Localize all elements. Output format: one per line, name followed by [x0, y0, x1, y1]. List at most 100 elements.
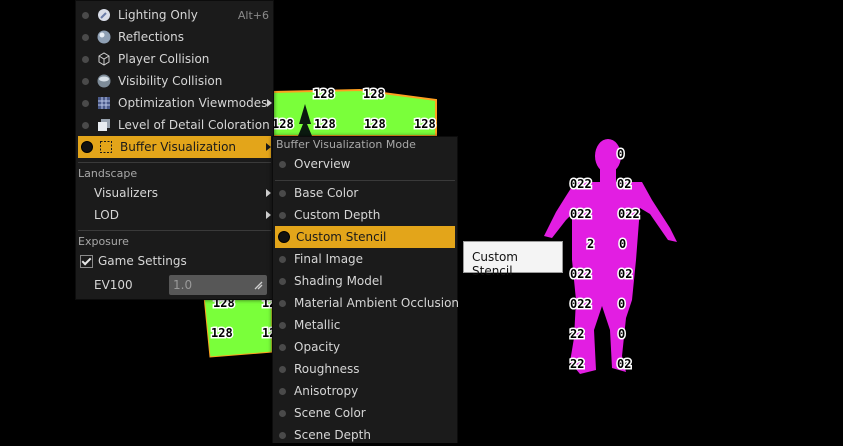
figure-tag: 02: [618, 267, 632, 281]
submenu-item-shading-model[interactable]: Shading Model: [275, 270, 455, 292]
menu-item-player-collision[interactable]: Player Collision: [78, 48, 271, 70]
menu-item-visibility-collision[interactable]: Visibility Collision: [78, 70, 271, 92]
submenu-item-opacity[interactable]: Opacity: [275, 336, 455, 358]
submenu-item-overview[interactable]: Overview: [275, 153, 455, 175]
submenu-item-label: Shading Model: [294, 274, 383, 288]
reflection-sphere-icon: [97, 30, 111, 44]
figure-tag: 02: [617, 177, 631, 191]
figure-tag: 22: [570, 327, 584, 341]
submenu-item-anisotropy[interactable]: Anisotropy: [275, 380, 455, 402]
submenu-item-label: Material Ambient Occlusion: [294, 296, 460, 310]
figure-tag: 022: [570, 297, 592, 311]
submenu-arrow-icon: [266, 143, 271, 151]
radio-on-icon: [278, 231, 290, 243]
submenu-item-material-ao[interactable]: Material Ambient Occlusion: [275, 292, 459, 314]
plane-tag: 128: [272, 117, 294, 131]
buffer-visualization-submenu: Buffer Visualization Mode Overview Base …: [272, 136, 459, 446]
submenu-item-label: Scene Color: [294, 406, 366, 420]
menu-item-label: Visibility Collision: [118, 74, 223, 88]
plane-tag: 128: [364, 117, 386, 131]
green-plane-back: [271, 88, 437, 137]
figure-tag: 022: [570, 177, 592, 191]
figure-tag: 0: [618, 327, 625, 341]
submenu-item-label: Scene Depth: [294, 428, 371, 442]
menu-item-label: Reflections: [118, 30, 184, 44]
submenu-item-custom-stencil[interactable]: Custom Stencil: [275, 226, 455, 248]
submenu-item-label: Metallic: [294, 318, 341, 332]
menu-item-lighting-only[interactable]: Lighting Only Alt+6: [78, 4, 271, 26]
radio-off-icon: [279, 387, 286, 395]
radio-off-icon: [82, 99, 89, 107]
menu-item-lod[interactable]: LOD: [78, 204, 271, 226]
radio-off-icon: [82, 121, 89, 129]
submenu-item-scene-color[interactable]: Scene Color: [275, 402, 455, 424]
figure-tag: 022: [618, 207, 640, 221]
radio-off-icon: [82, 33, 89, 41]
figure-tag: 0: [617, 147, 624, 161]
submenu-item-label: Opacity: [294, 340, 341, 354]
submenu-item-base-color[interactable]: Base Color: [275, 182, 455, 204]
ev100-slider-input[interactable]: 1.0: [169, 275, 267, 295]
submenu-item-label: Custom Depth: [294, 208, 381, 222]
menu-item-visualizers[interactable]: Visualizers: [78, 182, 271, 204]
visibility-sphere-icon: [97, 74, 111, 88]
radio-off-icon: [279, 409, 286, 417]
checkbox-checked-icon[interactable]: [80, 254, 93, 268]
radio-off-icon: [279, 189, 286, 197]
game-settings-checkbox-row[interactable]: Game Settings: [78, 250, 271, 272]
plane-tag: 128: [363, 87, 385, 101]
lod-icon: [97, 118, 111, 132]
menu-item-label: Player Collision: [118, 52, 210, 66]
submenu-item-custom-depth[interactable]: Custom Depth: [275, 204, 455, 226]
submenu-arrow-icon: [266, 189, 271, 197]
plane-tag: 128: [313, 87, 335, 101]
separator: [275, 180, 455, 181]
separator: [78, 162, 271, 163]
menu-item-buffer-visualization[interactable]: Buffer Visualization: [78, 136, 271, 158]
landscape-section-header: Landscape: [78, 167, 138, 180]
menu-item-optimization-viewmodes[interactable]: Optimization Viewmodes: [78, 92, 273, 114]
plane-tag: 128: [314, 117, 336, 131]
plane-tag: 128: [414, 117, 436, 131]
menu-item-reflections[interactable]: Reflections: [78, 26, 271, 48]
radio-off-icon: [279, 255, 286, 263]
radio-off-icon: [279, 160, 286, 168]
radio-off-icon: [279, 321, 286, 329]
figure-tag: 22: [570, 357, 584, 371]
figure-tag: 022: [570, 267, 592, 281]
submenu-item-label: Base Color: [294, 186, 359, 200]
submenu-item-metallic[interactable]: Metallic: [275, 314, 455, 336]
submenu-item-label: Overview: [294, 157, 351, 171]
submenu-header: Buffer Visualization Mode: [276, 138, 416, 151]
tooltip: Custom Stencil: [463, 241, 563, 278]
ev100-value: 1.0: [173, 278, 193, 292]
menu-item-label: LOD: [94, 208, 119, 222]
radio-off-icon: [279, 299, 286, 307]
menu-item-label: Visualizers: [94, 186, 159, 200]
radio-off-icon: [82, 55, 89, 63]
figure-tag: 022: [570, 207, 592, 221]
menu-item-label: Optimization Viewmodes: [118, 96, 268, 110]
tooltip-text: Custom Stencil: [472, 250, 518, 278]
radio-off-icon: [82, 11, 89, 19]
lighting-icon: [97, 8, 111, 22]
magenta-figure: [544, 139, 677, 374]
exposure-section-header: Exposure: [78, 235, 129, 248]
submenu-item-final-image[interactable]: Final Image: [275, 248, 455, 270]
figure-tag: 2: [587, 237, 594, 251]
figure-tag: 0: [619, 237, 626, 251]
radio-off-icon: [279, 211, 286, 219]
radio-off-icon: [279, 365, 286, 373]
submenu-arrow-icon: [266, 211, 271, 219]
plane-tag: 128: [211, 326, 233, 340]
resize-handle-icon: [254, 281, 263, 290]
menu-item-lod-coloration[interactable]: Level of Detail Coloration: [78, 114, 271, 136]
view-mode-menu: Lighting Only Alt+6 Reflections Player C…: [75, 0, 274, 300]
figure-tag: 0: [618, 297, 625, 311]
submenu-arrow-icon: [267, 99, 273, 107]
radio-off-icon: [279, 277, 286, 285]
grid-icon: [97, 96, 111, 110]
submenu-item-roughness[interactable]: Roughness: [275, 358, 455, 380]
submenu-item-label: Custom Stencil: [296, 230, 387, 244]
submenu-item-scene-depth[interactable]: Scene Depth: [275, 424, 455, 446]
